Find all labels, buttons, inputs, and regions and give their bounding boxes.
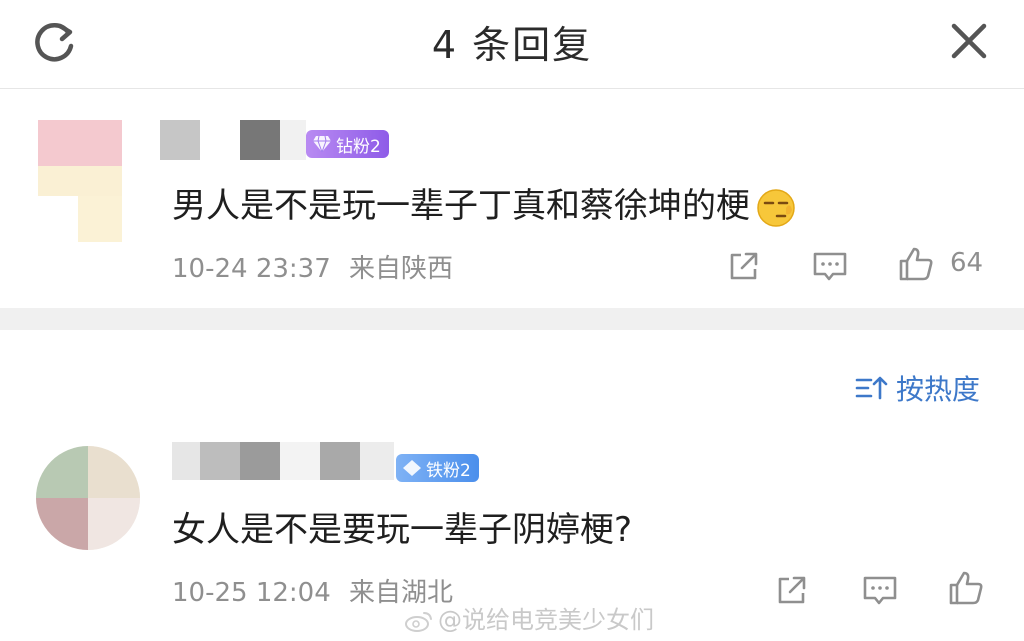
comment-date: 10-25 12:04 [172, 578, 331, 608]
comment-icon[interactable] [860, 570, 900, 610]
like-count: 64 [950, 248, 984, 278]
thumbs-up-icon[interactable] [896, 244, 936, 284]
comment-meta: 10-24 23:37 来自陕西 [172, 248, 463, 285]
share-icon[interactable] [772, 570, 812, 610]
reply-header: 4 条回复 [0, 0, 1024, 89]
username-redacted[interactable] [160, 120, 306, 160]
badge-label: 铁粉2 [426, 460, 471, 481]
comment-item: 钻粉2 男人是不是玩一辈子丁真和蔡徐坤的梗 10-24 23:37 来自陕西 6… [0, 90, 1024, 308]
comment-text: 女人是不是要玩一辈子阴婷梗? [172, 510, 633, 550]
smirk-face-emoji [757, 188, 795, 227]
avatar[interactable] [38, 120, 122, 242]
comment-location: 来自陕西 [349, 254, 454, 284]
fan-badge[interactable]: 铁粉2 [396, 454, 479, 482]
thumbs-up-icon[interactable] [946, 568, 986, 608]
comment-text: 男人是不是玩一辈子丁真和蔡徐坤的梗 [172, 178, 796, 228]
close-icon[interactable] [944, 16, 994, 66]
comment-date: 10-24 23:37 [172, 254, 331, 284]
badge-label: 钻粉2 [336, 136, 381, 157]
fan-badge[interactable]: 钻粉2 [306, 130, 389, 158]
avatar[interactable] [36, 446, 140, 550]
weibo-logo-icon [405, 612, 432, 632]
share-icon[interactable] [724, 246, 764, 286]
sort-icon [855, 376, 888, 400]
diamond-icon [403, 460, 421, 476]
section-divider [0, 308, 1024, 330]
username-redacted[interactable] [172, 442, 394, 480]
comment-icon[interactable] [810, 246, 850, 286]
watermark: @说给电竞美少女们 [404, 600, 654, 635]
sort-by-hot-button[interactable]: 按热度 [854, 368, 980, 408]
page-title: 4 条回复 [431, 23, 593, 67]
diamond-icon [313, 135, 331, 153]
sort-label: 按热度 [896, 373, 981, 406]
